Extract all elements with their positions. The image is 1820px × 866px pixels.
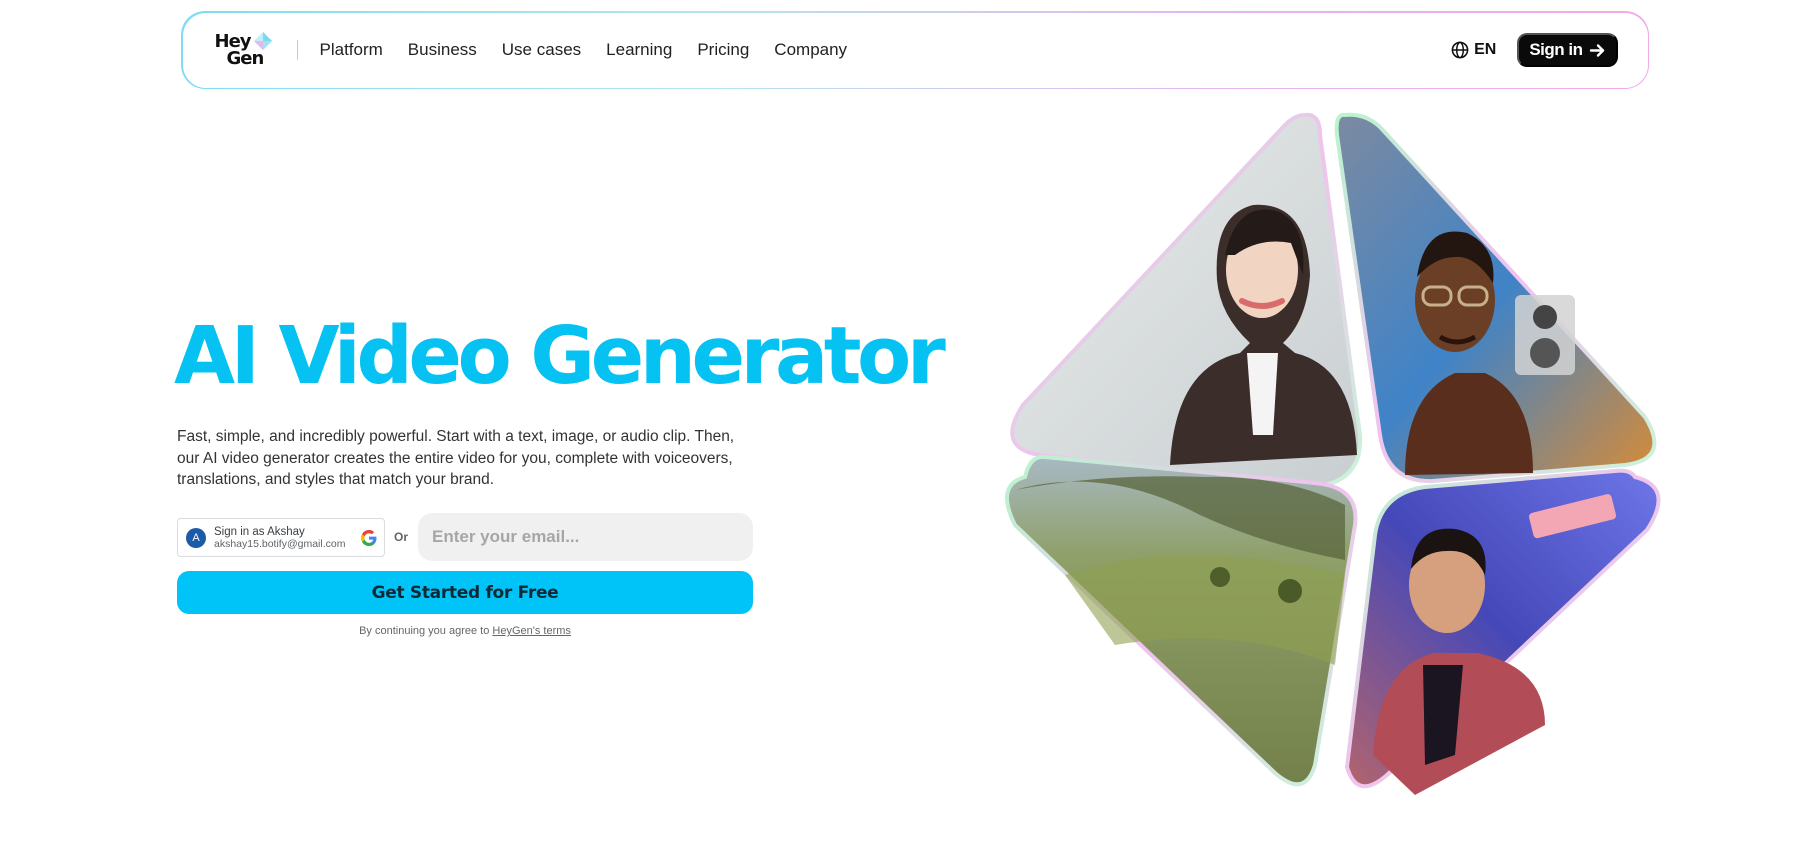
nav-item-learning[interactable]: Learning [606,40,672,60]
logo-line-2: Gen [226,48,265,69]
google-signin-email: akshay15.botify@gmail.com [214,537,346,550]
language-selector[interactable]: EN [1451,41,1496,59]
arrow-right-icon [1589,43,1604,57]
nav-item-use-cases[interactable]: Use cases [502,40,581,60]
google-signin-name: Sign in as Akshay [214,525,305,538]
hero-description: Fast, simple, and incredibly powerful. S… [177,428,735,488]
nav-item-business[interactable]: Business [408,40,477,60]
or-separator: Or [394,530,409,544]
heygen-logo[interactable]: Hey Gen [215,30,277,70]
google-g-icon [361,529,377,546]
top-nav-bar: Hey Gen Platform Business Use cases Lear… [181,11,1649,89]
nav-item-company[interactable]: Company [774,40,847,60]
landscape-tile [1005,454,1358,787]
language-label: EN [1474,41,1497,58]
avatar-tile-woman [1010,112,1363,490]
terms-notice: By continuing you agree to HeyGen's term… [177,625,753,637]
sign-in-button[interactable]: Sign in [1517,33,1618,67]
terms-prefix: By continuing you agree to [359,625,490,637]
terms-link[interactable]: HeyGen's terms [492,625,571,637]
google-account-info: Sign in as Akshay akshay15.botify@gmail.… [214,526,345,550]
nav-divider [296,40,298,60]
nav-actions: EN Sign in [1451,33,1618,67]
heygen-gem-icon [253,32,272,50]
get-started-button[interactable]: Get Started for Free [177,571,753,614]
nav-item-platform[interactable]: Platform [320,40,383,60]
sign-in-label: Sign in [1529,40,1583,59]
avatar-tile-man-red-shirt [1344,468,1661,795]
email-input[interactable] [418,513,753,561]
avatar-diamond-graphic [1005,112,1661,795]
nav-menu: Platform Business Use cases Learning Pri… [320,40,848,60]
hero-title: AI Video Generator [174,310,946,402]
google-one-tap-signin[interactable]: A Sign in as Akshay akshay15.botify@gmai… [177,518,385,557]
avatar-tile-man-glasses [1334,112,1657,484]
top-nav: Hey Gen Platform Business Use cases Lear… [182,12,1648,88]
nav-item-pricing[interactable]: Pricing [697,40,749,60]
hero-diamond-visual [985,105,1670,795]
google-account-avatar: A [186,527,206,548]
globe-icon [1451,41,1469,59]
